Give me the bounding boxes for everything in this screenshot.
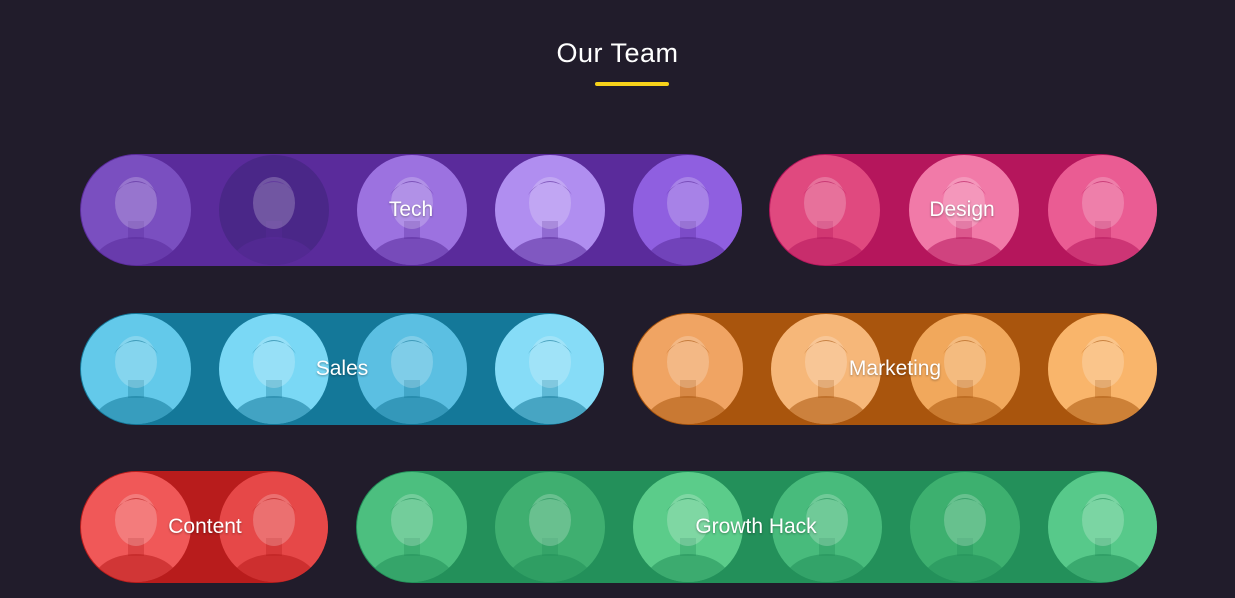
team-member-avatar[interactable]	[910, 314, 1020, 424]
team-member-avatar[interactable]	[1048, 314, 1157, 424]
team-member-avatar[interactable]	[633, 472, 743, 582]
team-pill-design[interactable]: Design	[769, 154, 1157, 266]
team-member-avatar[interactable]	[219, 472, 328, 582]
team-member-avatar[interactable]	[633, 314, 743, 424]
team-member-avatar[interactable]	[770, 155, 880, 265]
team-member-avatar[interactable]	[1048, 155, 1157, 265]
team-member-avatar[interactable]	[910, 472, 1020, 582]
team-member-avatar[interactable]	[772, 472, 882, 582]
team-member-avatar[interactable]	[357, 155, 467, 265]
team-member-avatar[interactable]	[495, 314, 604, 424]
team-member-avatar[interactable]	[495, 155, 605, 265]
team-member-avatar[interactable]	[81, 472, 191, 582]
team-member-avatar[interactable]	[633, 155, 742, 265]
team-pill-marketing[interactable]: Marketing	[632, 313, 1157, 425]
team-pill-sales[interactable]: Sales	[80, 313, 604, 425]
team-member-avatar[interactable]	[357, 472, 467, 582]
title-underline	[595, 82, 669, 86]
team-pill-content[interactable]: Content	[80, 471, 328, 583]
team-member-avatar[interactable]	[81, 155, 191, 265]
page-title: Our Team	[556, 38, 679, 68]
team-member-avatar[interactable]	[771, 314, 881, 424]
team-member-avatar[interactable]	[219, 314, 329, 424]
team-pill-growth-hack[interactable]: Growth Hack	[356, 471, 1157, 583]
team-member-avatar[interactable]	[1048, 472, 1157, 582]
team-member-avatar[interactable]	[357, 314, 467, 424]
team-member-avatar[interactable]	[81, 314, 191, 424]
team-member-avatar[interactable]	[219, 155, 329, 265]
team-pill-tech[interactable]: Tech	[80, 154, 742, 266]
team-member-avatar[interactable]	[495, 472, 605, 582]
team-member-avatar[interactable]	[909, 155, 1019, 265]
